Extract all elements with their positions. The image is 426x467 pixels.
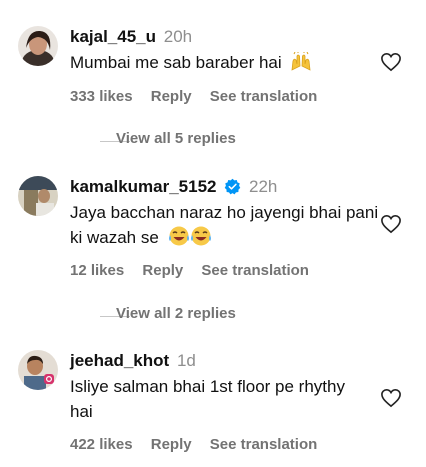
comment-item: kamalkumar_5152 22h Jaya bacchan naraz h… (0, 176, 426, 286)
comment-text: Mumbai me sab baraber hai (70, 53, 282, 72)
username[interactable]: kajal_45_u (70, 27, 156, 46)
comment-body: Isliye salman bhai 1st floor pe rhythy h… (70, 374, 360, 424)
laughing-tears-icon (168, 225, 212, 254)
comment-body: Mumbai me sab baraber hai (70, 50, 370, 79)
comment-item: kajal_45_u 20h Mumbai me sab baraber hai… (0, 26, 426, 116)
likes-count[interactable]: 422 likes (70, 436, 133, 453)
comment-header: kamalkumar_5152 22h (70, 176, 277, 198)
view-replies-label: View all 5 replies (116, 130, 236, 147)
comment-actions: 422 likes Reply See translation (70, 436, 331, 453)
likes-count[interactable]: 333 likes (70, 88, 133, 105)
comment-feed: kajal_45_u 20h Mumbai me sab baraber hai… (0, 0, 426, 467)
verified-badge-icon (224, 178, 241, 195)
username[interactable]: jeehad_khot (70, 351, 169, 370)
see-translation-button[interactable]: See translation (201, 262, 309, 279)
timestamp: 20h (163, 27, 193, 46)
see-translation-button[interactable]: See translation (210, 88, 318, 105)
view-replies-button[interactable]: View all 2 replies (70, 305, 370, 329)
comment-body: Jaya bacchan naraz ho jayengi bhai pani … (70, 200, 380, 254)
timestamp: 22h (248, 177, 278, 196)
comment-header: jeehad_khot 1d (70, 350, 196, 372)
reply-button[interactable]: Reply (151, 88, 192, 105)
comment-actions: 333 likes Reply See translation (70, 88, 331, 105)
comment-text: Jaya bacchan naraz ho jayengi bhai pani … (70, 203, 379, 247)
heart-icon[interactable] (380, 214, 402, 234)
comment-item: jeehad_khot 1d Isliye salman bhai 1st fl… (0, 350, 426, 455)
comment-actions: 12 likes Reply See translation (70, 262, 323, 279)
see-translation-button[interactable]: See translation (210, 436, 318, 453)
avatar[interactable] (18, 176, 58, 216)
likes-count[interactable]: 12 likes (70, 262, 124, 279)
username[interactable]: kamalkumar_5152 (70, 177, 217, 196)
view-replies-label: View all 2 replies (116, 305, 236, 322)
comment-text: Isliye salman bhai 1st floor pe rhythy h… (70, 377, 345, 421)
avatar[interactable] (18, 26, 58, 66)
heart-icon[interactable] (380, 388, 402, 408)
view-replies-button[interactable]: View all 5 replies (70, 130, 370, 154)
comment-header: kajal_45_u 20h (70, 26, 192, 48)
reply-button[interactable]: Reply (151, 436, 192, 453)
raised-hands-icon (290, 51, 312, 79)
reply-button[interactable]: Reply (142, 262, 183, 279)
heart-icon[interactable] (380, 52, 402, 72)
avatar[interactable] (18, 350, 58, 390)
timestamp: 1d (176, 351, 196, 370)
